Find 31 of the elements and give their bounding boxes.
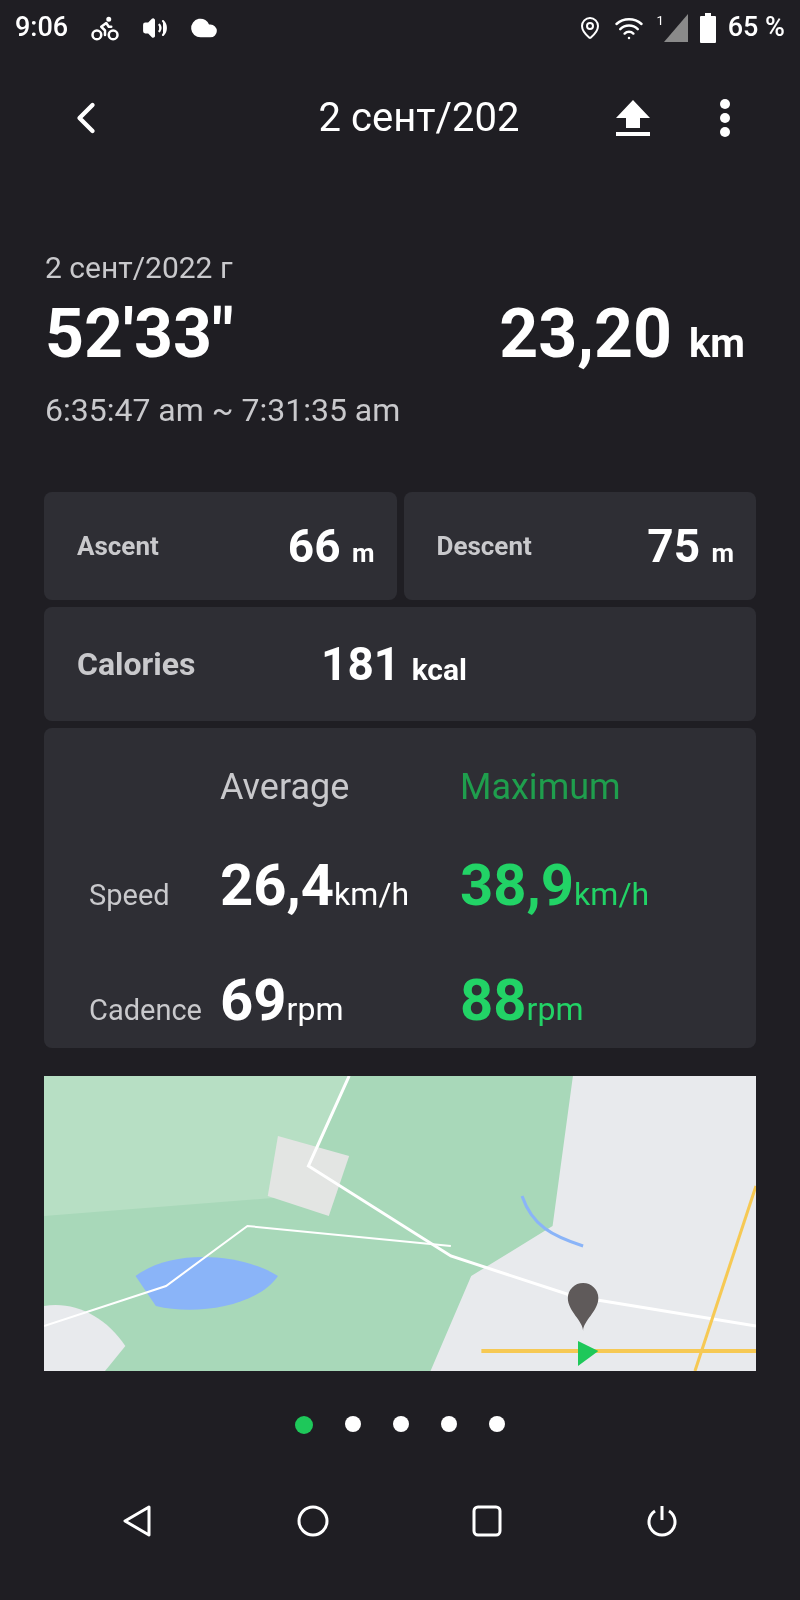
- battery-icon: [699, 12, 716, 43]
- maximum-value: 88rpm: [460, 965, 585, 1036]
- recents-nav-button[interactable]: [472, 1504, 503, 1538]
- stat-label: Ascent: [77, 529, 159, 563]
- maximum-value: 38,9km/h: [460, 850, 651, 921]
- stat-label: Calories: [77, 644, 197, 685]
- signal-icon: [663, 13, 688, 42]
- battery-percent: 65 %: [727, 10, 785, 46]
- back-nav-button[interactable]: [121, 1504, 154, 1538]
- column-heading: Average: [220, 765, 351, 810]
- distance-value: 23,20 km: [499, 294, 745, 376]
- average-value: 26,4km/h: [220, 850, 411, 921]
- sim-label: 1: [656, 13, 664, 27]
- header-title: 2 сент/202: [318, 92, 520, 143]
- time-range: 6:35:47 am ~ 7:31:35 am: [45, 390, 402, 431]
- activity-date: 2 сент/2022 г: [45, 249, 234, 287]
- row-label: Speed: [89, 877, 171, 914]
- stat-value: 75 m: [647, 517, 734, 575]
- more-options-icon: [720, 98, 730, 137]
- stat-value: 66 m: [287, 517, 375, 575]
- row-label: Cadence: [89, 992, 203, 1029]
- power-button[interactable]: [644, 1504, 679, 1538]
- status-time: 9:06: [15, 10, 69, 46]
- duration-value: 52'33": [45, 294, 234, 374]
- more-options-button[interactable]: [720, 98, 730, 137]
- stat-value: 181 kcal: [321, 635, 467, 693]
- average-value: 69rpm: [220, 965, 345, 1036]
- home-nav-button[interactable]: [295, 1504, 330, 1538]
- column-heading: Maximum: [460, 765, 622, 810]
- upload-button[interactable]: [616, 99, 650, 136]
- stat-label: Descent: [436, 529, 532, 563]
